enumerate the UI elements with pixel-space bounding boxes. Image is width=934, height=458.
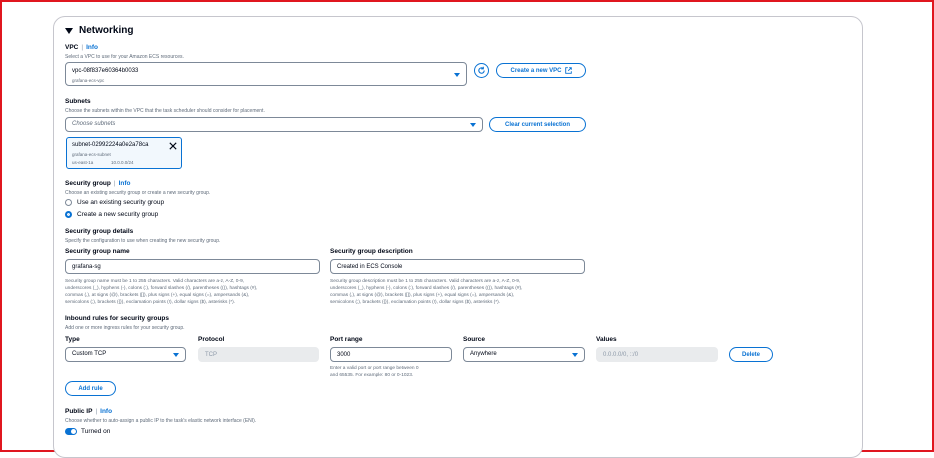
security-group-info-link[interactable]: Info xyxy=(119,180,131,187)
vpc-label: VPC | Info xyxy=(65,44,98,51)
radio-new-sg[interactable]: Create a new security group xyxy=(65,211,158,218)
clear-selection-button[interactable]: Clear current selection xyxy=(489,117,586,132)
vpc-value: vpc-08f837e60364b0033 xyxy=(72,68,139,74)
subnets-placeholder: Choose subnets xyxy=(72,121,116,127)
sg-name-help: Security group name must be 1 to 255 cha… xyxy=(65,279,258,305)
subnet-id: subnet-02992224a0e2a78ca xyxy=(72,142,149,148)
sg-desc-input[interactable]: Created in ECS Console xyxy=(330,259,585,274)
vpc-description: Select a VPC to use for your Amazon ECS … xyxy=(65,54,184,60)
create-vpc-button[interactable]: Create a new VPC xyxy=(496,63,586,78)
chevron-down-icon xyxy=(572,353,578,357)
rule-protocol-input: TCP xyxy=(198,347,319,362)
sg-name-label: Security group name xyxy=(65,248,130,255)
sg-desc-help: Security group description must be 1 to … xyxy=(330,279,523,305)
radio-icon xyxy=(65,199,72,206)
col-type: Type xyxy=(65,336,80,343)
subnets-select[interactable]: Choose subnets xyxy=(65,117,483,132)
toggle-on-icon xyxy=(65,428,77,435)
subnet-name: grafana-ecs-subnet xyxy=(72,152,111,157)
subnets-description: Choose the subnets within the VPC that t… xyxy=(65,108,265,114)
subnet-cidr: 10.0.0.0/24 xyxy=(111,160,134,165)
security-group-description: Choose an existing security group or cre… xyxy=(65,190,211,196)
sg-desc-label: Security group description xyxy=(330,248,413,255)
port-range-help: Enter a valid port or port range between… xyxy=(330,366,419,378)
sg-details-label: Security group details xyxy=(65,228,134,235)
rule-values-input: 0.0.0.0/0, ::/0 xyxy=(596,347,718,362)
delete-rule-button[interactable]: Delete xyxy=(729,347,773,362)
subnet-az: us-east-1a xyxy=(72,160,94,165)
inbound-rules-description: Add one or more ingress rules for your s… xyxy=(65,325,185,331)
subnet-token: subnet-02992224a0e2a78ca grafana-ecs-sub… xyxy=(66,137,182,169)
public-ip-toggle[interactable]: Turned on xyxy=(65,428,110,435)
public-ip-description: Choose whether to auto-assign a public I… xyxy=(65,418,257,424)
caret-down-icon xyxy=(65,27,73,34)
col-source: Source xyxy=(463,336,486,343)
chevron-down-icon xyxy=(470,123,476,127)
chevron-down-icon xyxy=(454,73,460,77)
col-values: Values xyxy=(596,336,617,343)
public-ip-label: Public IP | Info xyxy=(65,408,113,415)
add-rule-button[interactable]: Add rule xyxy=(65,381,116,396)
networking-section-toggle[interactable]: Networking xyxy=(65,25,133,36)
col-protocol: Protocol xyxy=(198,336,225,343)
refresh-icon xyxy=(478,66,485,74)
rule-port-input[interactable]: 3000 xyxy=(330,347,452,362)
sg-name-input[interactable]: grafana-sg xyxy=(65,259,320,274)
radio-selected-icon xyxy=(65,211,72,218)
inbound-rules-label: Inbound rules for security groups xyxy=(65,315,170,322)
section-title: Networking xyxy=(79,25,134,36)
external-link-icon xyxy=(564,67,572,74)
rule-type-select[interactable]: Custom TCP xyxy=(65,347,186,362)
public-ip-info-link[interactable]: Info xyxy=(100,408,112,415)
refresh-button[interactable] xyxy=(474,63,489,78)
vpc-subvalue: grafana-ecs-vpc xyxy=(72,78,105,83)
security-group-label: Security group | Info xyxy=(65,180,131,187)
subnets-label: Subnets xyxy=(65,98,91,105)
col-port-range: Port range xyxy=(330,336,363,343)
vpc-info-link[interactable]: Info xyxy=(86,44,98,51)
chevron-down-icon xyxy=(173,353,179,357)
sg-details-description: Specify the configuration to use when cr… xyxy=(65,238,221,244)
radio-existing-sg[interactable]: Use an existing security group xyxy=(65,199,164,206)
close-icon[interactable] xyxy=(169,142,177,150)
vpc-select[interactable]: vpc-08f837e60364b0033 grafana-ecs-vpc xyxy=(65,62,467,86)
rule-source-select[interactable]: Anywhere xyxy=(463,347,585,362)
